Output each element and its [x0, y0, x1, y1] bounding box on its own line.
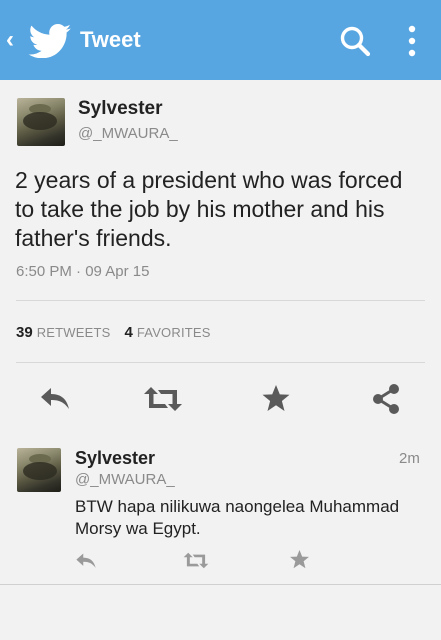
reply-author-name[interactable]: Sylvester — [75, 448, 155, 469]
retweet-stat[interactable]: 39 RETWEETS — [16, 324, 125, 341]
reply-icon[interactable] — [75, 552, 97, 570]
retweet-icon[interactable] — [183, 551, 209, 570]
tweet-text: 2 years of a president who was forced to… — [15, 167, 403, 251]
avatar[interactable] — [17, 98, 65, 146]
retweet-count: 39 — [16, 324, 33, 341]
divider — [16, 362, 425, 363]
reply-age: 2m — [399, 450, 420, 467]
avatar[interactable] — [17, 448, 61, 492]
search-icon[interactable] — [339, 25, 371, 57]
twitter-bird-icon[interactable] — [28, 24, 72, 58]
reply-icon[interactable] — [39, 386, 71, 412]
tweet-timestamp: 6:50 PM · 09 Apr 15 — [16, 263, 150, 280]
tweet-detail: Sylvester @_MWAURA_ 2 years of a preside… — [0, 80, 441, 430]
favorite-icon[interactable] — [289, 549, 310, 570]
app-bar: ‹ Tweet — [0, 0, 441, 80]
empty-list-area — [0, 585, 441, 640]
share-icon[interactable] — [371, 383, 401, 415]
more-vert-icon[interactable] — [404, 24, 420, 58]
reply-tweet[interactable]: Sylvester @_MWAURA_ 2m BTW hapa nilikuwa… — [0, 430, 441, 585]
favorite-stat[interactable]: 4 FAVORITES — [124, 324, 225, 341]
retweet-icon[interactable] — [143, 385, 183, 413]
divider — [16, 300, 425, 301]
retweet-label: RETWEETS — [36, 325, 111, 340]
back-icon[interactable]: ‹ — [6, 25, 14, 55]
favorite-label: FAVORITES — [136, 325, 211, 340]
page-title: Tweet — [80, 27, 141, 52]
favorite-count: 4 — [124, 324, 133, 341]
reply-text: BTW hapa nilikuwa naongelea Muhammad Mor… — [75, 497, 400, 538]
reply-author-handle[interactable]: @_MWAURA_ — [75, 471, 175, 488]
author-name[interactable]: Sylvester — [78, 98, 163, 120]
favorite-icon[interactable] — [261, 384, 291, 413]
author-handle[interactable]: @_MWAURA_ — [78, 125, 178, 142]
tweet-stats: 39 RETWEETS 4 FAVORITES — [16, 324, 225, 341]
